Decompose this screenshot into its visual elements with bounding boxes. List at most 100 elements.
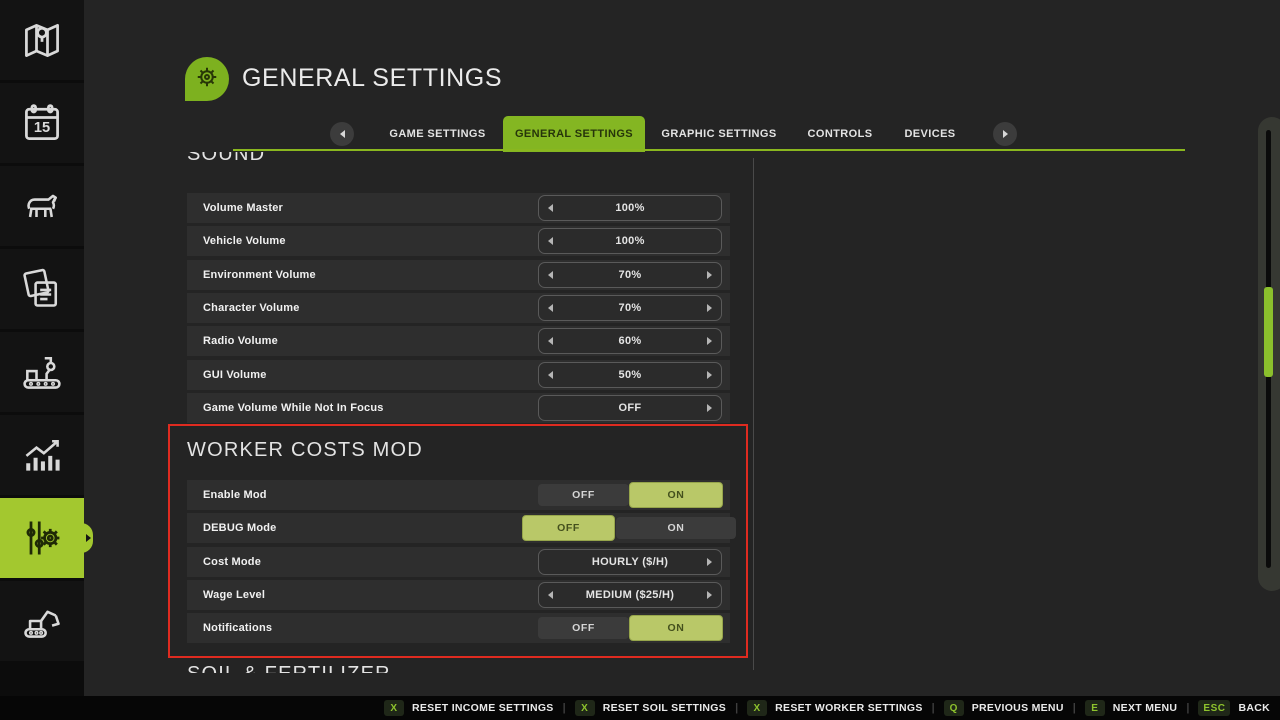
stepper-value: HOURLY ($/H) [592, 556, 668, 568]
notifications-on-button[interactable]: ON [629, 615, 723, 641]
footer-next-menu[interactable]: E NEXT MENU [1085, 700, 1178, 716]
setting-row-game-volume-not-in-focus[interactable]: Game Volume While Not In Focus OFF [187, 393, 730, 423]
stepper-value: 60% [619, 335, 642, 347]
footer-label: PREVIOUS MENU [972, 702, 1064, 714]
footer-back[interactable]: ESC BACK [1198, 700, 1270, 716]
setting-row-character-volume[interactable]: Character Volume 70% [187, 293, 730, 323]
footer-label: RESET SOIL SETTINGS [603, 702, 726, 714]
calendar-icon: 15 [20, 101, 64, 145]
stepper-left-icon[interactable] [548, 204, 553, 212]
sidebar-item-statistics[interactable] [0, 415, 84, 495]
stepper-right-icon[interactable] [707, 271, 712, 279]
enable-mod-on-button[interactable]: ON [629, 482, 723, 508]
setting-row-cost-mode[interactable]: Cost Mode HOURLY ($/H) [187, 547, 730, 577]
setting-row-wage-level[interactable]: Wage Level MEDIUM ($25/H) [187, 580, 730, 610]
enable-mod-off-button[interactable]: OFF [538, 484, 629, 506]
tab-general-settings[interactable]: GENERAL SETTINGS [503, 116, 645, 152]
footer-separator: | [1073, 702, 1076, 714]
vehicle-volume-stepper[interactable]: 100% [538, 228, 722, 254]
key-q-badge: Q [944, 700, 964, 716]
page-scrollbar-thumb[interactable] [1264, 287, 1273, 377]
game-volume-focus-stepper[interactable]: OFF [538, 395, 722, 421]
setting-row-gui-volume[interactable]: GUI Volume 50% [187, 360, 730, 390]
stepper-left-icon[interactable] [548, 371, 553, 379]
debug-mode-off-button[interactable]: OFF [522, 515, 615, 541]
tabs-prev-button[interactable] [330, 122, 354, 146]
footer-keybinds-bar: X RESET INCOME SETTINGS | X RESET SOIL S… [0, 696, 1280, 720]
setting-label: GUI Volume [203, 369, 267, 381]
environment-volume-stepper[interactable]: 70% [538, 262, 722, 288]
section-title-soil-fertilizer: SOIL & FERTILIZER [187, 663, 391, 673]
stepper-right-icon[interactable] [707, 558, 712, 566]
stepper-right-icon[interactable] [707, 404, 712, 412]
stepper-left-icon[interactable] [548, 271, 553, 279]
tab-game-settings[interactable]: GAME SETTINGS [385, 120, 490, 148]
setting-row-vehicle-volume[interactable]: Vehicle Volume 100% [187, 226, 730, 256]
setting-label: Radio Volume [203, 335, 278, 347]
sidebar-item-map[interactable] [0, 0, 84, 80]
stepper-right-icon[interactable] [707, 304, 712, 312]
stepper-left-icon[interactable] [548, 304, 553, 312]
gui-volume-stepper[interactable]: 50% [538, 362, 722, 388]
sidebar-item-calendar[interactable]: 15 [0, 83, 84, 163]
list-scrollbar-track[interactable] [753, 158, 754, 670]
gear-icon [192, 62, 222, 97]
setting-row-volume-master[interactable]: Volume Master 100% [187, 193, 730, 223]
statistics-icon [20, 433, 64, 477]
stepper-right-icon[interactable] [707, 591, 712, 599]
footer-reset-worker-settings[interactable]: X RESET WORKER SETTINGS [747, 700, 922, 716]
tab-controls[interactable]: CONTROLS [800, 120, 880, 148]
radio-volume-stepper[interactable]: 60% [538, 328, 722, 354]
tab-graphic-settings[interactable]: GRAPHIC SETTINGS [659, 120, 779, 148]
stepper-value: 70% [619, 302, 642, 314]
cost-mode-stepper[interactable]: HOURLY ($/H) [538, 549, 722, 575]
stepper-left-icon[interactable] [548, 591, 553, 599]
setting-label: Enable Mod [203, 489, 267, 501]
key-x-badge: X [575, 700, 595, 716]
character-volume-stepper[interactable]: 70% [538, 295, 722, 321]
debug-mode-on-button[interactable]: ON [616, 517, 736, 539]
sidebar-item-construction[interactable] [0, 581, 84, 661]
volume-master-stepper[interactable]: 100% [538, 195, 722, 221]
setting-row-debug-mode[interactable]: DEBUG Mode OFF ON [187, 513, 730, 543]
setting-label: DEBUG Mode [203, 522, 277, 534]
chevron-right-icon [1003, 130, 1008, 138]
footer-separator: | [735, 702, 738, 714]
footer-reset-soil-settings[interactable]: X RESET SOIL SETTINGS [575, 700, 726, 716]
page-icon-badge [185, 57, 229, 101]
footer-label: RESET INCOME SETTINGS [412, 702, 554, 714]
tab-devices[interactable]: DEVICES [895, 120, 965, 148]
footer-label: RESET WORKER SETTINGS [775, 702, 922, 714]
footer-label: NEXT MENU [1113, 702, 1178, 714]
sidebar-item-production[interactable] [0, 332, 84, 412]
settings-icon [20, 516, 64, 560]
setting-row-radio-volume[interactable]: Radio Volume 60% [187, 326, 730, 356]
stepper-right-icon[interactable] [707, 371, 712, 379]
wage-level-stepper[interactable]: MEDIUM ($25/H) [538, 582, 722, 608]
footer-reset-income-settings[interactable]: X RESET INCOME SETTINGS [384, 700, 554, 716]
sidebar-item-contracts[interactable] [0, 249, 84, 329]
setting-row-environment-volume[interactable]: Environment Volume 70% [187, 260, 730, 290]
key-x-badge: X [384, 700, 404, 716]
setting-label: Wage Level [203, 589, 265, 601]
setting-row-enable-mod[interactable]: Enable Mod OFF ON [187, 480, 730, 510]
tabs-next-button[interactable] [993, 122, 1017, 146]
chevron-left-icon [340, 130, 345, 138]
page-title: GENERAL SETTINGS [242, 64, 502, 93]
stepper-right-icon[interactable] [707, 337, 712, 345]
stepper-value: 50% [619, 369, 642, 381]
stepper-value: 70% [619, 269, 642, 281]
settings-scroll-area: SOUND Volume Master 100% Vehicle Volume … [84, 152, 1280, 673]
setting-row-notifications[interactable]: Notifications OFF ON [187, 613, 730, 643]
sidebar-item-settings[interactable] [0, 498, 84, 578]
key-esc-badge: ESC [1198, 700, 1230, 716]
footer-label: BACK [1238, 702, 1270, 714]
map-icon [20, 18, 64, 62]
notifications-off-button[interactable]: OFF [538, 617, 629, 639]
stepper-left-icon[interactable] [548, 337, 553, 345]
footer-previous-menu[interactable]: Q PREVIOUS MENU [944, 700, 1064, 716]
stepper-left-icon[interactable] [548, 237, 553, 245]
footer-separator: | [563, 702, 566, 714]
key-x-badge: X [747, 700, 767, 716]
sidebar-item-animals[interactable] [0, 166, 84, 246]
